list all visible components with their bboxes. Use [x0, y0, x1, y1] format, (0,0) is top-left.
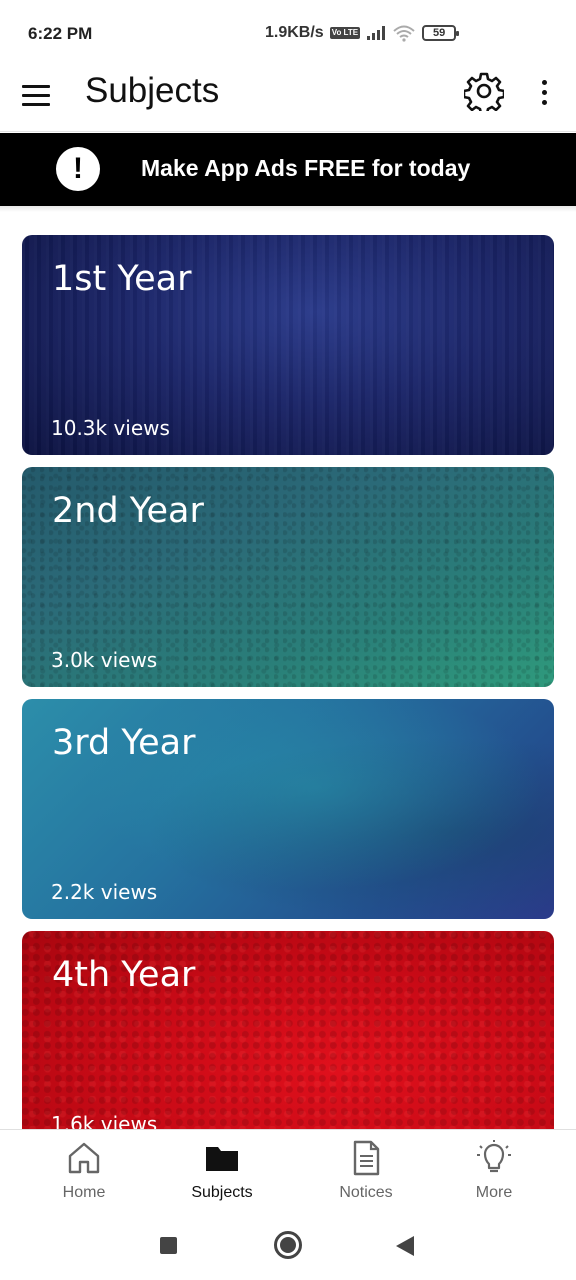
subject-card-1st-year[interactable]: 1st Year 10.3k views [22, 235, 554, 455]
app-bar: Subjects [0, 64, 576, 132]
home-icon [68, 1142, 100, 1174]
remove-ads-text: Make App Ads FREE for today [141, 155, 471, 181]
volte-icon: Vo LTE [329, 27, 361, 39]
network-speed: 1.9KB/s [265, 24, 324, 41]
alert-icon: ! [56, 147, 100, 191]
card-views: 3.0k views [51, 648, 158, 672]
system-navigation-bar [0, 1214, 576, 1280]
card-title: 1st Year [52, 259, 192, 299]
card-views: 2.2k views [51, 880, 158, 904]
hamburger-menu-icon[interactable] [22, 80, 52, 110]
nav-item-more[interactable]: More [444, 1140, 544, 1210]
gear-icon[interactable] [464, 71, 504, 111]
signal-icon [367, 26, 386, 40]
card-title: 3rd Year [52, 723, 196, 763]
more-vertical-icon[interactable] [530, 76, 558, 108]
divider [0, 206, 576, 212]
nav-label: Home [62, 1184, 106, 1201]
subject-card-4th-year[interactable]: 4th Year 1.6k views [22, 931, 554, 1129]
folder-icon [206, 1147, 238, 1171]
status-indicators: 1.9KB/s Vo LTE 59 [265, 24, 460, 42]
subject-card-3rd-year[interactable]: 3rd Year 2.2k views [22, 699, 554, 919]
card-views: 10.3k views [51, 416, 170, 440]
lightbulb-icon [477, 1140, 511, 1173]
nav-item-home[interactable]: Home [34, 1140, 134, 1210]
system-home-icon[interactable] [274, 1231, 302, 1259]
nav-label: Notices [339, 1184, 393, 1201]
subject-card-2nd-year[interactable]: 2nd Year 3.0k views [22, 467, 554, 687]
recent-apps-icon[interactable] [160, 1237, 177, 1254]
bottom-navigation: Home Subjects Notices More [0, 1129, 576, 1214]
status-bar: 6:22 PM 1.9KB/s Vo LTE 59 [0, 0, 576, 64]
card-title: 2nd Year [52, 491, 204, 531]
nav-item-notices[interactable]: Notices [316, 1140, 416, 1210]
back-icon[interactable] [396, 1236, 414, 1256]
remove-ads-banner[interactable]: ! Make App Ads FREE for today [0, 133, 576, 206]
nav-label: Subjects [191, 1184, 253, 1201]
wifi-icon [393, 25, 415, 42]
status-time: 6:22 PM [28, 24, 93, 43]
battery-icon: 59 [422, 25, 460, 41]
document-icon [353, 1140, 380, 1176]
card-views: 1.6k views [51, 1112, 158, 1129]
card-title: 4th Year [52, 955, 196, 995]
nav-label: More [475, 1184, 513, 1201]
nav-item-subjects[interactable]: Subjects [172, 1140, 272, 1210]
page-title: Subjects [85, 71, 220, 110]
